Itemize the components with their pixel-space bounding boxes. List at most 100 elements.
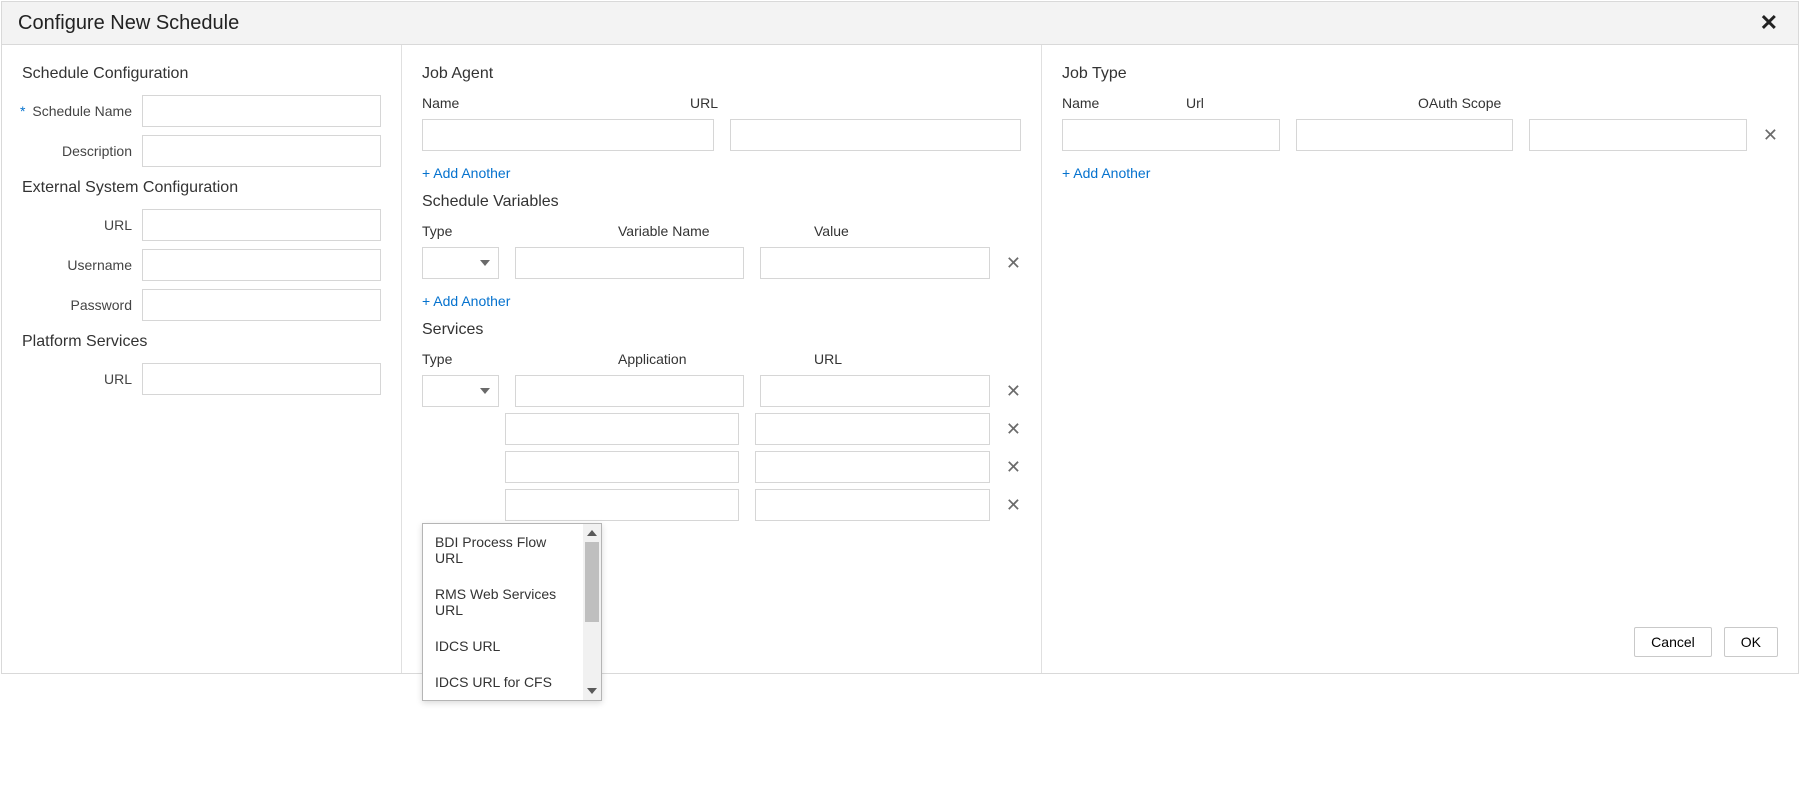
section-schedule-variables: Schedule Variables — [422, 193, 1021, 211]
chevron-down-icon — [587, 688, 597, 694]
ext-username-row: Username — [22, 249, 381, 281]
required-marker: * — [20, 103, 25, 119]
delete-row-icon[interactable]: ✕ — [1006, 253, 1021, 274]
job-type-h-name: Name — [1062, 95, 1170, 111]
job-agent-h-url: URL — [690, 95, 942, 111]
dropdown-option[interactable]: IDCS URL for CFS — [423, 664, 583, 700]
schedule-name-label-text: Schedule Name — [32, 103, 132, 119]
sched-vars-header: Type Variable Name Value — [422, 223, 1021, 239]
services-type-select[interactable] — [422, 375, 499, 407]
scroll-up-button[interactable] — [583, 524, 601, 542]
dropdown-scrollbar[interactable] — [583, 524, 601, 700]
schedule-name-row: * Schedule Name — [22, 95, 381, 127]
services-url-input[interactable] — [755, 489, 989, 521]
ext-password-input[interactable] — [142, 289, 381, 321]
job-type-name-input[interactable] — [1062, 119, 1280, 151]
sched-vars-row: ✕ — [422, 247, 1021, 279]
services-url-input[interactable] — [755, 413, 989, 445]
job-type-row: ✕ — [1062, 119, 1778, 151]
services-row: ✕ — [422, 413, 1021, 445]
sched-vars-name-input[interactable] — [515, 247, 744, 279]
sched-vars-add-link[interactable]: + Add Another — [422, 293, 510, 309]
section-platform-services: Platform Services — [22, 333, 381, 351]
services-type-dropdown: BDI Process Flow URL RMS Web Services UR… — [422, 523, 602, 701]
job-type-h-scope: OAuth Scope — [1418, 95, 1526, 111]
job-agent-add-link[interactable]: + Add Another — [422, 165, 510, 181]
job-type-scope-input[interactable] — [1529, 119, 1747, 151]
delete-row-icon[interactable]: ✕ — [1006, 381, 1021, 402]
description-input[interactable] — [142, 135, 381, 167]
services-h-type: Type — [422, 351, 602, 367]
services-app-input[interactable] — [515, 375, 744, 407]
dropdown-option[interactable]: RMS Web Services URL — [423, 576, 583, 628]
ext-password-label: Password — [22, 297, 142, 313]
chevron-down-icon — [480, 388, 490, 394]
schedule-name-label: * Schedule Name — [22, 103, 142, 119]
sched-vars-h-val: Value — [814, 223, 994, 239]
scroll-thumb[interactable] — [585, 542, 599, 622]
services-url-input[interactable] — [760, 375, 989, 407]
job-agent-header: Name URL — [422, 95, 1021, 111]
section-external-system: External System Configuration — [22, 179, 381, 197]
ext-username-input[interactable] — [142, 249, 381, 281]
services-app-input[interactable] — [505, 489, 739, 521]
dialog-body: Schedule Configuration * Schedule Name D… — [2, 45, 1798, 673]
right-column: Job Type Name Url OAuth Scope ✕ + Add An… — [1042, 45, 1798, 673]
ext-url-row: URL — [22, 209, 381, 241]
services-header: Type Application URL — [422, 351, 1021, 367]
job-agent-name-input[interactable] — [422, 119, 714, 151]
services-row: ✕ — [422, 451, 1021, 483]
sched-vars-h-var: Variable Name — [618, 223, 798, 239]
dialog-footer: Cancel OK — [1634, 627, 1778, 657]
job-type-header: Name Url OAuth Scope — [1062, 95, 1778, 111]
dropdown-list: BDI Process Flow URL RMS Web Services UR… — [423, 524, 583, 700]
ext-username-label: Username — [22, 257, 142, 273]
delete-row-icon[interactable]: ✕ — [1006, 419, 1021, 440]
section-schedule-config: Schedule Configuration — [22, 65, 381, 83]
delete-row-icon[interactable]: ✕ — [1006, 457, 1021, 478]
job-agent-row — [422, 119, 1021, 151]
cancel-button[interactable]: Cancel — [1634, 627, 1712, 657]
left-column: Schedule Configuration * Schedule Name D… — [2, 45, 402, 673]
section-job-type: Job Type — [1062, 65, 1778, 83]
job-type-url-input[interactable] — [1296, 119, 1514, 151]
scroll-track[interactable] — [583, 542, 601, 682]
middle-column: Job Agent Name URL + Add Another Schedul… — [402, 45, 1042, 673]
job-agent-url-input[interactable] — [730, 119, 1022, 151]
services-app-input[interactable] — [505, 413, 739, 445]
scroll-down-button[interactable] — [583, 682, 601, 700]
sched-vars-h-type: Type — [422, 223, 602, 239]
platform-url-input[interactable] — [142, 363, 381, 395]
dropdown-option[interactable]: BDI Process Flow URL — [423, 524, 583, 576]
ext-password-row: Password — [22, 289, 381, 321]
job-agent-h-name: Name — [422, 95, 674, 111]
ok-button[interactable]: OK — [1724, 627, 1778, 657]
services-url-input[interactable] — [755, 451, 989, 483]
job-type-add-link[interactable]: + Add Another — [1062, 165, 1150, 181]
description-row: Description — [22, 135, 381, 167]
chevron-down-icon — [480, 260, 490, 266]
delete-row-icon[interactable]: ✕ — [1006, 495, 1021, 516]
delete-row-icon[interactable]: ✕ — [1763, 125, 1778, 146]
dialog-header: Configure New Schedule ✕ — [2, 2, 1798, 45]
services-h-app: Application — [618, 351, 798, 367]
schedule-name-input[interactable] — [142, 95, 381, 127]
sched-vars-type-select[interactable] — [422, 247, 499, 279]
services-row: ✕ — [422, 375, 1021, 407]
platform-url-label: URL — [22, 371, 142, 387]
dropdown-option[interactable]: IDCS URL — [423, 628, 583, 664]
chevron-up-icon — [587, 530, 597, 536]
sched-vars-value-input[interactable] — [760, 247, 989, 279]
configure-schedule-dialog: Configure New Schedule ✕ Schedule Config… — [1, 1, 1799, 674]
services-app-input[interactable] — [505, 451, 739, 483]
section-services: Services — [422, 321, 1021, 339]
section-job-agent: Job Agent — [422, 65, 1021, 83]
ext-url-input[interactable] — [142, 209, 381, 241]
close-icon[interactable]: ✕ — [1756, 10, 1782, 36]
platform-url-row: URL — [22, 363, 381, 395]
ext-url-label: URL — [22, 217, 142, 233]
dialog-title: Configure New Schedule — [18, 12, 239, 35]
description-label: Description — [22, 143, 142, 159]
services-row: ✕ — [422, 489, 1021, 521]
services-h-url: URL — [814, 351, 994, 367]
